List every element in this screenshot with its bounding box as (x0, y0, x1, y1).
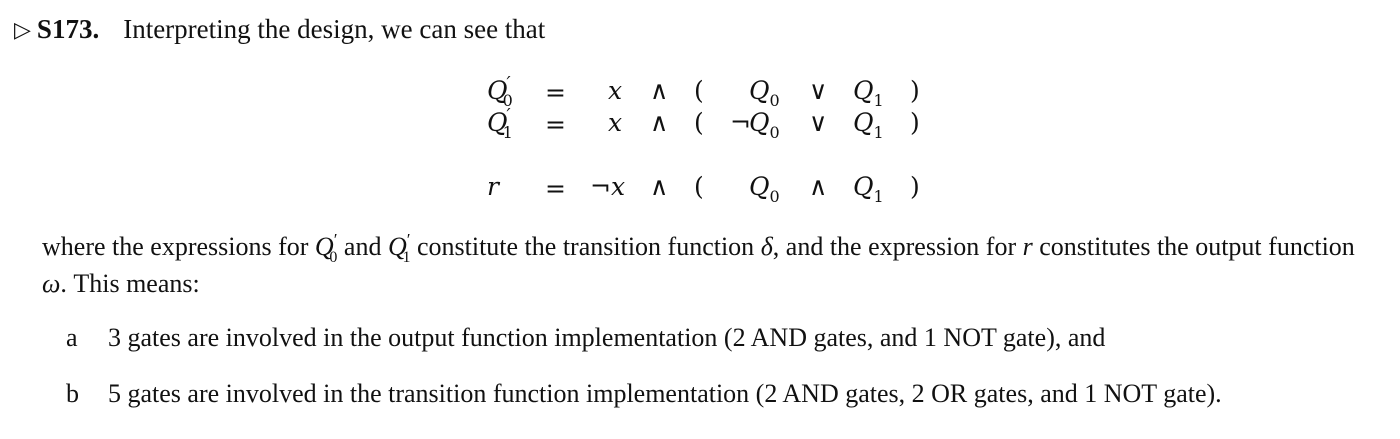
operand-b: Q1 (853, 76, 884, 110)
omega-symbol: ω (42, 269, 61, 298)
operand-b: Q1 (853, 172, 884, 206)
triangle-marker-icon: ▷ (14, 17, 31, 42)
input-x: x (608, 108, 623, 137)
or-operator: ∨ (809, 76, 828, 105)
operand-b: Q1 (853, 108, 884, 142)
item-marker: b (66, 379, 79, 408)
q1-prime-symbol: Q′1 (387, 230, 411, 266)
solution-heading: ▷ S173. Interpreting the design, we can se… (14, 12, 545, 48)
operand-a: Q0 (749, 108, 780, 142)
lhs: Q′1 (487, 105, 513, 142)
item-marker: a (66, 323, 78, 352)
and-operator: ∧ (650, 172, 669, 201)
negation: ¬ (730, 108, 751, 137)
heading-text: Interpreting the design, we can see that (123, 14, 546, 44)
open-paren: ( (694, 172, 704, 201)
operand-a: Q0 (749, 172, 780, 206)
item-text: 3 gates are involved in the output funct… (108, 323, 1106, 352)
open-paren: ( (694, 108, 704, 137)
delta-symbol: δ (760, 232, 773, 261)
equals-sign: = (545, 110, 566, 139)
solution-number: S173. (36, 14, 100, 44)
q0-prime-symbol: Q′0 (314, 230, 338, 266)
operand-a: Q0 (749, 76, 780, 110)
equals-sign: = (545, 174, 566, 203)
and-operator: ∧ (809, 172, 828, 201)
open-paren: ( (694, 76, 704, 105)
close-paren: ) (910, 172, 920, 201)
item-text: 5 gates are involved in the transition f… (108, 379, 1222, 408)
and-operator: ∧ (650, 108, 669, 137)
input-x: ¬x (590, 172, 626, 201)
r-symbol: r (1022, 232, 1033, 261)
and-operator: ∧ (650, 76, 669, 105)
lhs: r (487, 172, 499, 201)
input-x: x (608, 76, 623, 105)
or-operator: ∨ (809, 108, 828, 137)
equals-sign: = (545, 78, 566, 107)
close-paren: ) (910, 108, 920, 137)
explanation-paragraph: where the expressions for Q′0 and Q′1 co… (42, 230, 1355, 298)
close-paren: ) (910, 76, 920, 105)
